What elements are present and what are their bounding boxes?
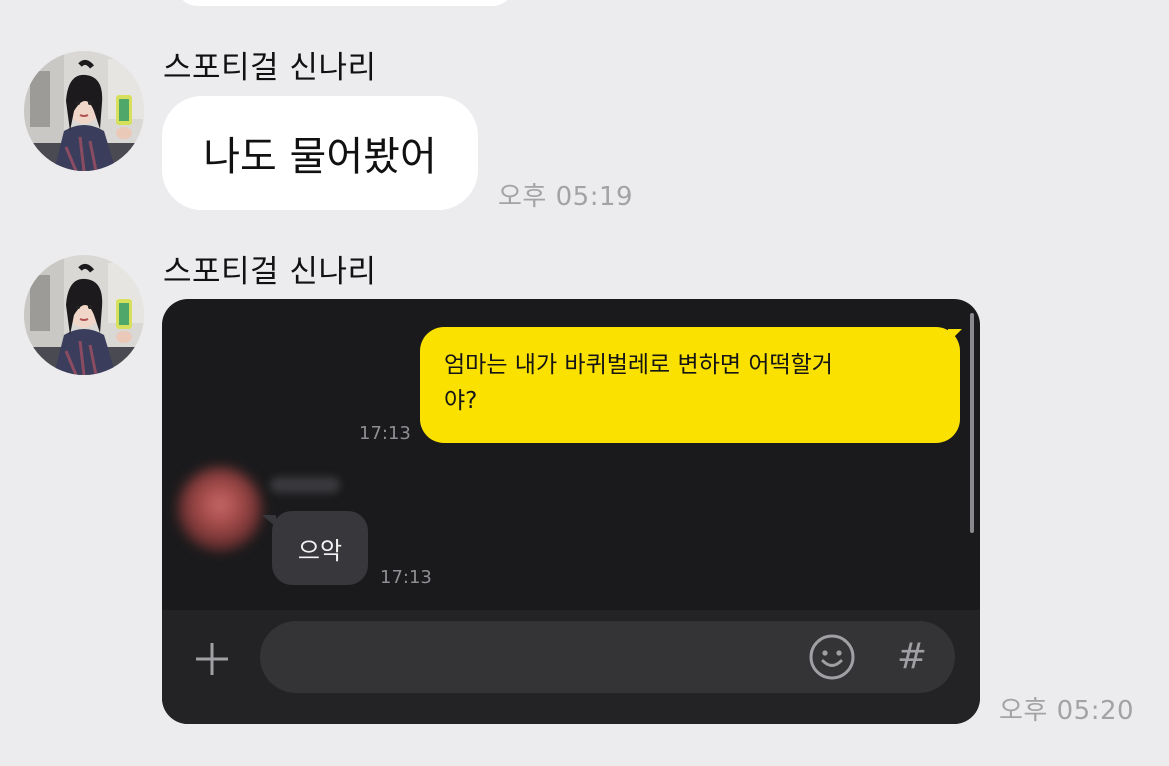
screenshot-attachment[interactable]: 엄마는 내가 바퀴벌레로 변하면 어떡할거 야? 17:13 으악 17:13 …: [162, 299, 980, 724]
blurred-avatar: [178, 467, 262, 551]
blurred-name: [270, 477, 340, 493]
sender-name: 스포티걸 신나리: [163, 50, 377, 86]
sent-message-line2: 야?: [444, 388, 478, 414]
previous-message-bubble[interactable]: [175, 0, 515, 6]
profile-photo-icon: [24, 51, 144, 171]
message-bubble[interactable]: 나도 물어봤어: [162, 96, 478, 210]
sent-message-line1: 엄마는 내가 바퀴벌레로 변하면 어떡할거: [444, 352, 833, 378]
message-time: 오후 05:19: [498, 182, 634, 212]
sender-avatar[interactable]: [24, 51, 144, 171]
message-time: 오후 05:20: [999, 696, 1135, 726]
sent-message-time: 17:13: [359, 423, 411, 444]
profile-photo-icon: [24, 255, 144, 375]
smiley-icon: [809, 634, 855, 680]
reply-message-bubble: 으악: [272, 511, 368, 585]
previous-message-time: [552, 0, 682, 2]
sender-avatar[interactable]: [24, 255, 144, 375]
scrollbar[interactable]: [970, 313, 974, 533]
plus-icon: [196, 643, 228, 675]
sender-name: 스포티걸 신나리: [163, 254, 377, 290]
sent-message-bubble: 엄마는 내가 바퀴벌레로 변하면 어떡할거 야?: [420, 327, 960, 443]
reply-message-time: 17:13: [380, 567, 432, 588]
hash-icon: #: [896, 636, 928, 677]
